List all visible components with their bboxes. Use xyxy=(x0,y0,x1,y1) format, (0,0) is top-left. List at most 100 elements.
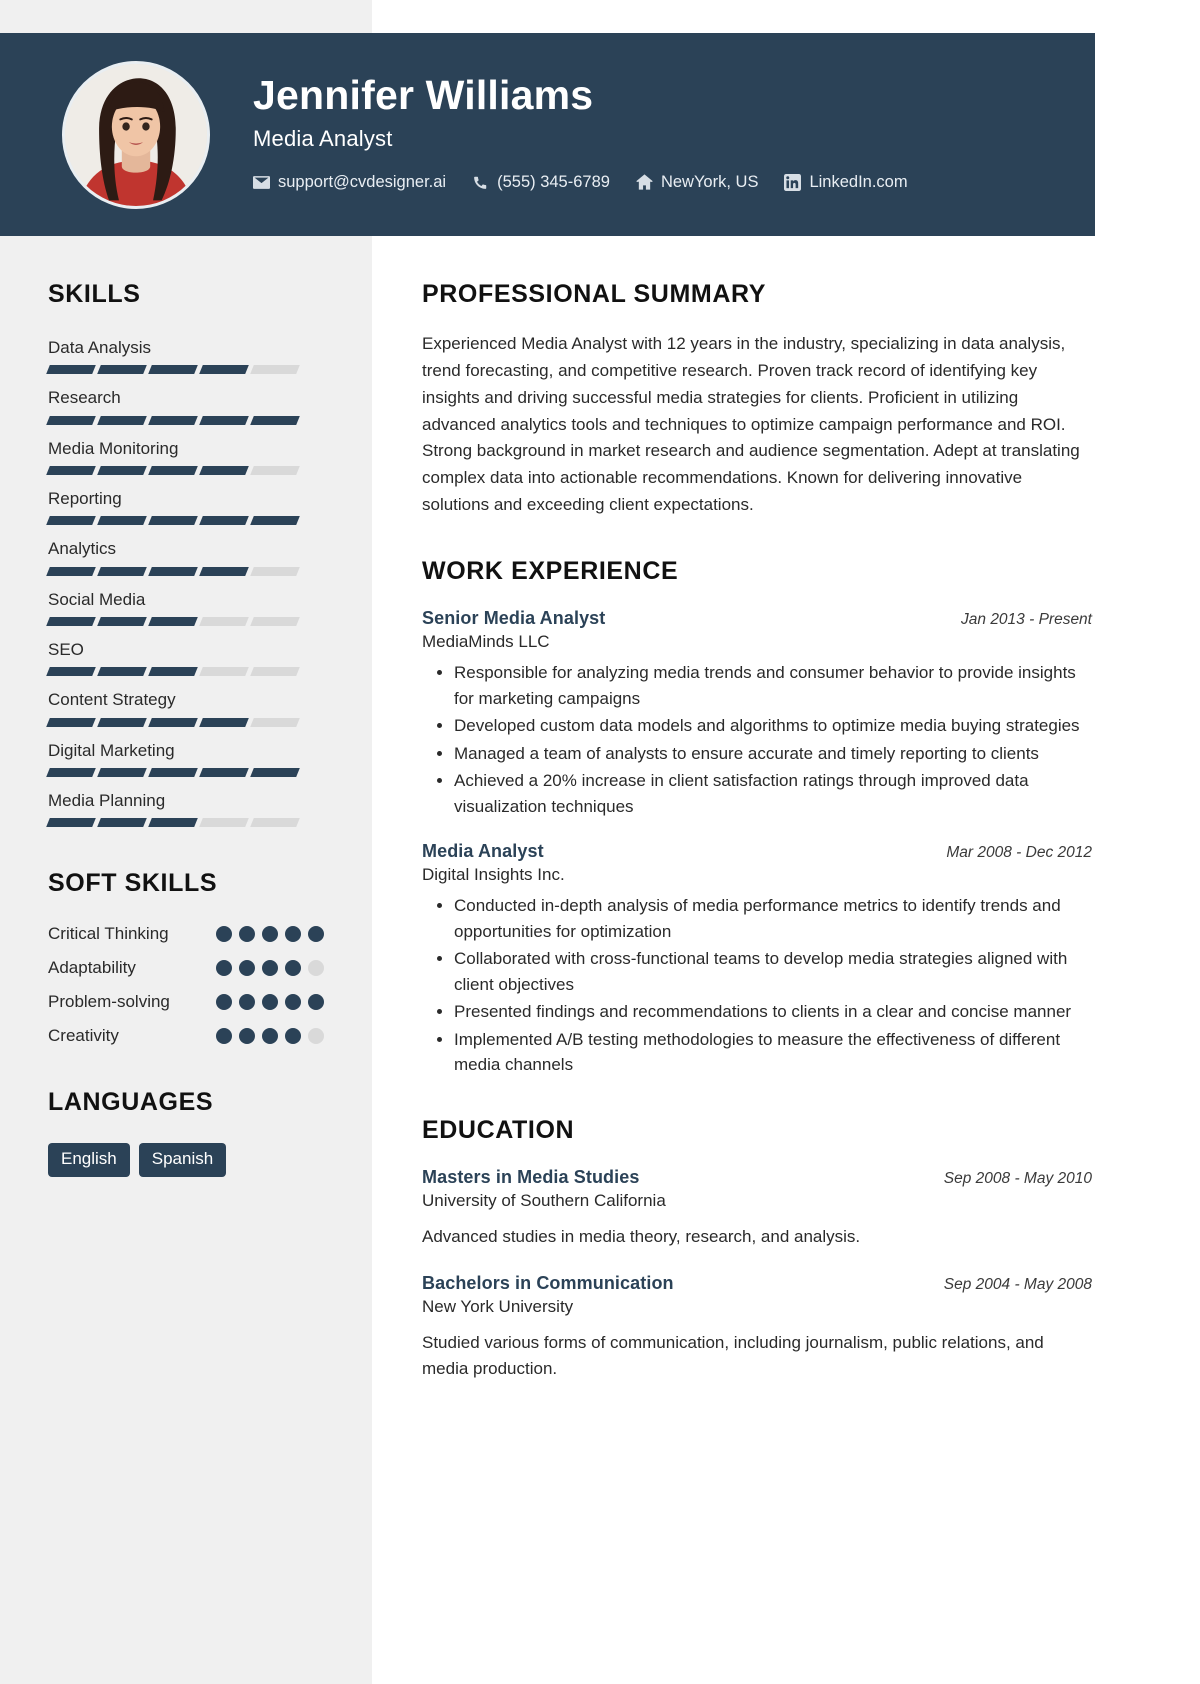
experience-job-title: Media Analyst xyxy=(422,841,544,862)
rating-dot xyxy=(308,960,324,977)
rating-dot xyxy=(262,994,278,1011)
rating-dot xyxy=(239,926,255,943)
contact-location[interactable]: NewYork, US xyxy=(636,173,758,192)
education-entry-header: Bachelors in Communication Sep 2004 - May… xyxy=(422,1273,1092,1294)
home-icon xyxy=(636,174,653,191)
education-degree: Masters in Media Studies xyxy=(422,1166,640,1187)
skill-bar-segment xyxy=(46,415,96,425)
education-date-range: Sep 2008 - May 2010 xyxy=(943,1169,1092,1187)
skill-name: Media Planning xyxy=(48,791,166,811)
skill-bar-segment xyxy=(148,667,198,677)
skill-bar-segment xyxy=(199,818,249,828)
skill-item: Reporting xyxy=(46,486,324,526)
education-list: Masters in Media Studies Sep 2008 - May 2… xyxy=(422,1167,1092,1382)
contact-phone-label: (555) 345-6789 xyxy=(497,172,610,191)
contact-linkedin-label: LinkedIn.com xyxy=(809,172,908,191)
skill-bar-segment xyxy=(148,818,198,828)
skill-level-bar xyxy=(46,365,324,375)
skill-bar-segment xyxy=(199,617,249,627)
rating-dot xyxy=(308,1028,324,1045)
soft-skills-list: Critical Thinking Adaptability Problem-sol… xyxy=(48,924,324,1046)
skill-level-bar xyxy=(46,717,324,727)
soft-skill-item: Adaptability xyxy=(48,958,324,978)
skill-level-bar xyxy=(46,818,324,828)
experience-list: Senior Media Analyst Jan 2013 - Present Me… xyxy=(422,608,1092,1078)
skill-bar-segment xyxy=(46,667,96,677)
rating-dot xyxy=(308,994,324,1011)
soft-skill-name: Critical Thinking xyxy=(48,924,169,944)
education-description: Studied various forms of communication, … xyxy=(422,1333,1044,1378)
skill-item: Research xyxy=(46,385,324,425)
skill-bar-segment xyxy=(250,717,300,727)
contact-list: support@cvdesigner.ai (555) 345-6789 New… xyxy=(253,173,908,192)
contact-email[interactable]: support@cvdesigner.ai xyxy=(253,173,446,192)
skill-bar-segment xyxy=(199,717,249,727)
education-entry: Bachelors in Communication Sep 2004 - May… xyxy=(422,1273,1092,1381)
skill-level-bar xyxy=(46,617,324,627)
experience-company: MediaMinds LLC xyxy=(422,632,550,652)
skill-bar-segment xyxy=(46,566,96,576)
header-text-block: Jennifer Williams Media Analyst support@… xyxy=(253,72,908,196)
experience-bullet: Presented findings and recommendations t… xyxy=(454,999,1092,1025)
skill-bar-segment xyxy=(97,818,147,828)
experience-job-title: Senior Media Analyst xyxy=(422,608,606,629)
skill-item: SEO xyxy=(46,637,324,677)
skill-item: Media Monitoring xyxy=(46,436,324,476)
soft-skill-name: Problem-solving xyxy=(48,992,170,1012)
soft-skill-item: Critical Thinking xyxy=(48,924,324,944)
soft-skill-name: Creativity xyxy=(48,1026,119,1046)
skill-bar-segment xyxy=(46,466,96,476)
soft-skills-section-title: SOFT SKILLS xyxy=(48,869,218,898)
skill-bar-segment xyxy=(250,768,300,778)
experience-bullet-list: Conducted in-depth analysis of media per… xyxy=(422,893,1092,1078)
contact-linkedin[interactable]: LinkedIn.com xyxy=(784,172,908,192)
education-section-title: EDUCATION xyxy=(422,1115,575,1144)
skill-bar-segment xyxy=(199,516,249,526)
education-description: Advanced studies in media theory, resear… xyxy=(422,1226,861,1246)
contact-email-label: support@cvdesigner.ai xyxy=(278,172,447,191)
experience-bullet: Managed a team of analysts to ensure acc… xyxy=(454,741,1092,767)
phone-icon xyxy=(472,174,489,191)
rating-dot xyxy=(239,994,255,1011)
skill-bar-segment xyxy=(46,365,96,375)
skill-bar-segment xyxy=(46,818,96,828)
skill-bar-segment xyxy=(97,365,147,375)
experience-entry: Media Analyst Mar 2008 - Dec 2012 Digital … xyxy=(422,841,1092,1078)
skill-bar-segment xyxy=(46,717,96,727)
skill-bar-segment xyxy=(250,365,300,375)
rating-dot xyxy=(262,1028,278,1045)
soft-skill-rating xyxy=(216,960,324,977)
skill-bar-segment xyxy=(148,466,198,476)
soft-skill-item: Creativity xyxy=(48,1026,324,1046)
skill-name: Analytics xyxy=(48,539,117,559)
skill-bar-segment xyxy=(250,466,300,476)
experience-bullet: Collaborated with cross-functional teams… xyxy=(454,946,1092,997)
experience-section-title: WORK EXPERIENCE xyxy=(422,557,679,586)
rating-dot xyxy=(308,926,324,943)
skill-bar-segment xyxy=(46,768,96,778)
skill-bar-segment xyxy=(97,717,147,727)
skill-item: Content Strategy xyxy=(46,687,324,727)
soft-skill-rating xyxy=(216,994,324,1011)
rating-dot xyxy=(262,960,278,977)
skill-item: Analytics xyxy=(46,536,324,576)
rating-dot xyxy=(285,926,301,943)
skill-bar-segment xyxy=(148,415,198,425)
skill-bar-segment xyxy=(148,365,198,375)
skill-bar-segment xyxy=(97,768,147,778)
skill-bar-segment xyxy=(199,566,249,576)
experience-entry: Senior Media Analyst Jan 2013 - Present Me… xyxy=(422,608,1092,819)
skill-name: Research xyxy=(48,388,121,408)
rating-dot xyxy=(262,926,278,943)
skill-name: Media Monitoring xyxy=(48,438,179,458)
skill-bar-segment xyxy=(250,818,300,828)
main-content: PROFESSIONAL SUMMARY Experienced Media A… xyxy=(372,236,1200,1445)
skill-bar-segment xyxy=(250,617,300,627)
skill-item: Digital Marketing xyxy=(46,738,324,778)
rating-dot xyxy=(239,960,255,977)
skill-bar-segment xyxy=(97,617,147,627)
contact-phone[interactable]: (555) 345-6789 xyxy=(472,173,610,192)
skill-bar-segment xyxy=(97,466,147,476)
job-title: Media Analyst xyxy=(253,125,393,151)
skill-level-bar xyxy=(46,768,324,778)
